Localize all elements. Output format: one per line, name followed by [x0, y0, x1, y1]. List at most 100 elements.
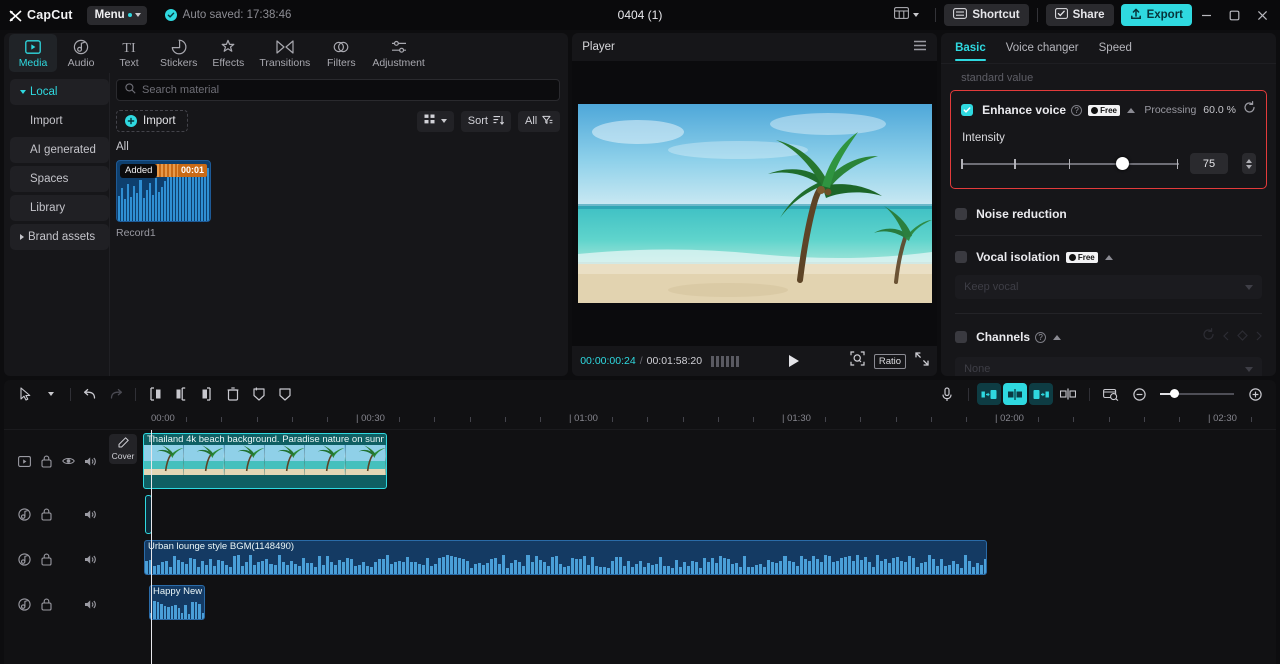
zoom-in-button[interactable]	[1242, 383, 1268, 405]
layout-switch-button[interactable]	[886, 3, 927, 27]
chevron-up-icon[interactable]	[1053, 334, 1062, 340]
menu-button[interactable]: Menu	[86, 5, 147, 25]
freeze-frame-button[interactable]	[246, 383, 272, 405]
media-thumbnail[interactable]: Added 00:01	[116, 160, 211, 222]
tab-adjustment[interactable]: Adjustment	[365, 34, 432, 72]
speaker-icon[interactable]	[84, 598, 97, 611]
video-preview[interactable]	[577, 104, 932, 303]
delete-button[interactable]	[220, 383, 246, 405]
play-button[interactable]	[789, 355, 800, 367]
stepper-up-icon[interactable]	[1246, 158, 1252, 163]
undo-button[interactable]	[77, 383, 103, 405]
split-left-button[interactable]	[142, 383, 168, 405]
audio-track-icon[interactable]	[18, 598, 31, 611]
vocal-isolation-dropdown[interactable]: Keep vocal	[955, 275, 1262, 299]
eye-icon[interactable]	[62, 455, 75, 468]
fullscreen-button[interactable]	[915, 351, 929, 371]
zoom-out-button[interactable]	[1126, 383, 1152, 405]
tab-transitions[interactable]: Transitions	[252, 34, 317, 72]
reset-icon[interactable]	[1202, 328, 1215, 346]
sidebar-item-spaces[interactable]: Spaces	[10, 166, 109, 192]
chevron-up-icon[interactable]	[1127, 107, 1136, 113]
speaker-icon[interactable]	[84, 455, 97, 468]
audio-meter-icon[interactable]	[711, 355, 740, 367]
lock-icon[interactable]	[40, 508, 53, 521]
sidebar-item-ai-generated[interactable]: AI generated	[10, 137, 109, 163]
player-menu-button[interactable]	[913, 38, 927, 56]
stepper-down-icon[interactable]	[1246, 164, 1252, 169]
noise-reduction-checkbox[interactable]	[955, 208, 968, 220]
tab-voice-changer[interactable]: Voice changer	[1006, 33, 1079, 64]
maximize-button[interactable]	[1220, 2, 1248, 28]
sidebar-item-brand-assets[interactable]: Brand assets	[10, 224, 109, 250]
zoom-slider[interactable]	[1160, 388, 1234, 400]
vocal-isolation-checkbox[interactable]	[955, 251, 968, 263]
chevron-up-icon[interactable]	[1104, 254, 1113, 260]
speaker-icon[interactable]	[84, 553, 97, 566]
lock-icon[interactable]	[40, 455, 53, 468]
intensity-stepper[interactable]	[1242, 153, 1256, 174]
intensity-slider[interactable]	[961, 156, 1179, 171]
split-button[interactable]	[168, 383, 194, 405]
lock-icon[interactable]	[40, 553, 53, 566]
tab-filters[interactable]: Filters	[317, 34, 365, 72]
audio-track-icon[interactable]	[18, 553, 31, 566]
happy-audio-clip[interactable]: Happy New	[149, 585, 205, 620]
sidebar-item-import[interactable]: Import	[10, 108, 109, 134]
tab-basic[interactable]: Basic	[955, 33, 986, 64]
view-mode-button[interactable]	[416, 110, 454, 132]
split-at-playhead-button[interactable]	[1055, 383, 1081, 405]
sidebar-item-local[interactable]: Local	[10, 79, 109, 105]
tab-text[interactable]: TI Text	[105, 34, 153, 72]
next-keyframe-icon[interactable]	[1256, 328, 1262, 346]
filter-button[interactable]: All	[517, 110, 561, 132]
tab-effects[interactable]: Effects	[204, 34, 252, 72]
video-track-icon[interactable]	[18, 455, 31, 468]
enhance-voice-checkbox[interactable]	[961, 104, 974, 116]
select-tool-dropdown[interactable]	[38, 383, 64, 405]
audio-track-icon[interactable]	[18, 508, 31, 521]
channels-checkbox[interactable]	[955, 331, 968, 343]
preview-render-button[interactable]	[1098, 383, 1124, 405]
close-button[interactable]	[1248, 2, 1276, 28]
shortcut-button[interactable]: Shortcut	[944, 4, 1029, 26]
timeline-ruler[interactable]: 00:00 | 00:30 | 01:00 | 01:30 | 02:00 | …	[4, 408, 1276, 430]
share-button[interactable]: Share	[1045, 4, 1114, 26]
cover-button[interactable]: Cover	[109, 434, 137, 464]
tab-audio[interactable]: Audio	[57, 34, 105, 72]
split-clip-button[interactable]	[1003, 383, 1027, 405]
video-clip[interactable]: Thailand 4k beach background. Paradise n…	[143, 433, 387, 489]
export-button[interactable]: Export	[1120, 4, 1192, 26]
help-icon[interactable]: ?	[1035, 331, 1047, 343]
help-icon[interactable]: ?	[1071, 104, 1083, 116]
sort-button[interactable]: Sort	[460, 110, 511, 132]
zoom-fit-button[interactable]	[850, 351, 865, 371]
slider-handle[interactable]	[1115, 156, 1129, 170]
bgm-audio-clip[interactable]: Urban lounge style BGM(1148490)	[144, 540, 987, 575]
select-tool-button[interactable]	[12, 383, 38, 405]
media-item[interactable]: Added 00:01 Record1	[116, 160, 211, 239]
zoom-handle[interactable]	[1170, 389, 1179, 398]
record-voiceover-button[interactable]	[934, 383, 960, 405]
trim-left-button[interactable]	[977, 383, 1001, 405]
search-input[interactable]: Search material	[116, 79, 561, 101]
lock-icon[interactable]	[40, 598, 53, 611]
tab-stickers[interactable]: Stickers	[153, 34, 204, 72]
minimize-button[interactable]	[1192, 2, 1220, 28]
intensity-value[interactable]: 75	[1190, 153, 1228, 174]
playhead[interactable]	[151, 430, 152, 664]
sidebar-item-library[interactable]: Library	[10, 195, 109, 221]
channels-dropdown[interactable]: None	[955, 357, 1262, 376]
keyframe-icon[interactable]	[1237, 328, 1248, 346]
ratio-button[interactable]: Ratio	[873, 353, 907, 369]
redo-button[interactable]	[103, 383, 129, 405]
import-button[interactable]: Import	[116, 110, 188, 132]
mirror-button[interactable]	[272, 383, 298, 405]
reset-icon[interactable]	[1243, 101, 1256, 119]
split-right-button[interactable]	[194, 383, 220, 405]
speaker-icon[interactable]	[84, 508, 97, 521]
prev-keyframe-icon[interactable]	[1223, 328, 1229, 346]
tab-media[interactable]: Media	[9, 34, 57, 72]
trim-right-button[interactable]	[1029, 383, 1053, 405]
tab-speed[interactable]: Speed	[1099, 33, 1132, 64]
